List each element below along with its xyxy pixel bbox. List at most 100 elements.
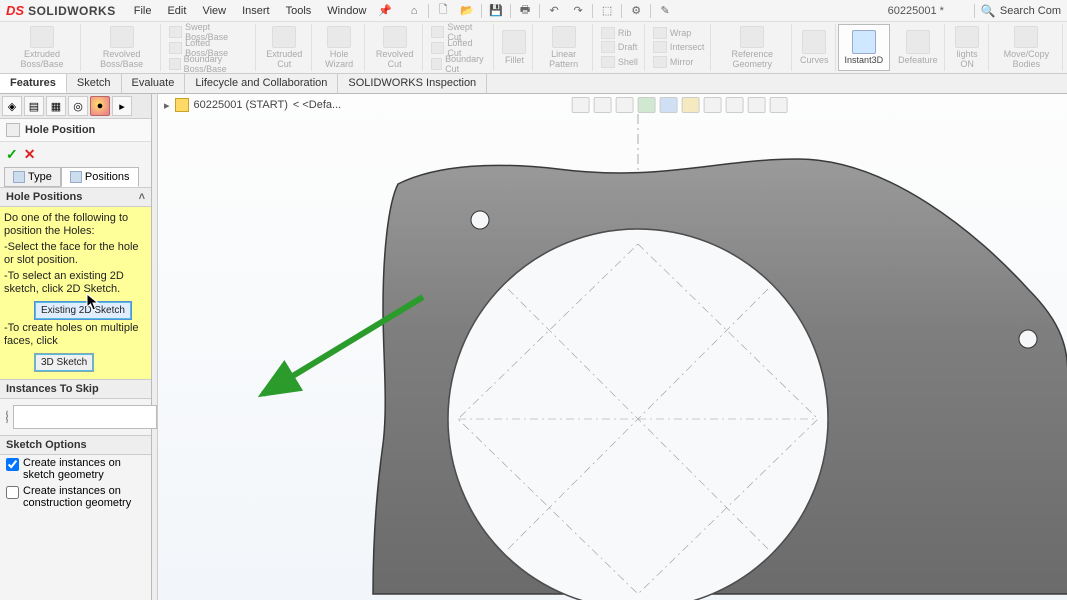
panel-tab-config[interactable]: ▦ — [46, 96, 66, 116]
panel-tab-expand[interactable]: ▸ — [112, 96, 132, 116]
hud-zoom-fit-icon[interactable] — [571, 97, 589, 113]
ribbon-wrap[interactable]: Wrap — [653, 26, 691, 40]
ribbon-move-copy[interactable]: Move/Copy Bodies — [991, 24, 1063, 71]
qat-rebuild-icon[interactable]: ⚙ — [626, 2, 646, 20]
tab-evaluate[interactable]: Evaluate — [122, 74, 186, 93]
property-icon: ▤ — [29, 100, 39, 113]
part-rendering — [158, 114, 1067, 600]
section-hole-positions[interactable]: Hole Positions ˄ — [0, 187, 151, 207]
ribbon-mirror[interactable]: Mirror — [653, 55, 694, 69]
ribbon-revolved-boss[interactable]: Revolved Boss/Base — [83, 24, 161, 71]
chk-construction-geometry[interactable] — [6, 486, 19, 499]
breadcrumb-arrow-icon[interactable]: ▸ — [164, 99, 170, 112]
ribbon-revolved-cut[interactable]: Revolved Cut — [367, 24, 422, 71]
ribbon-hole-wizard[interactable]: Hole Wizard — [314, 24, 366, 71]
ribbon-boundary-cut[interactable]: Boundary Cut — [431, 56, 488, 72]
ribbon: Extruded Boss/Base Revolved Boss/Base Sw… — [0, 22, 1067, 74]
breadcrumb-suffix: < <Defa... — [293, 99, 341, 111]
chk-sketch-geometry-row: Create instances on sketch geometry — [0, 455, 151, 483]
panel-tabs: ◈ ▤ ▦ ◎ ● ▸ — [0, 94, 151, 119]
qat-print-icon[interactable]: 🖶 — [515, 2, 535, 20]
tab-lifecycle[interactable]: Lifecycle and Collaboration — [185, 74, 338, 93]
qat-options-icon[interactable]: ✎ — [655, 2, 675, 20]
ribbon-linear-pattern[interactable]: Linear Pattern — [535, 24, 592, 71]
app-logo: DS SOLIDWORKS — [6, 3, 116, 18]
cancel-button[interactable]: ✕ — [24, 146, 36, 163]
search-box[interactable]: 🔍 Search Com — [974, 4, 1061, 18]
ok-cancel-bar: ✓ ✕ — [0, 142, 151, 167]
hud-display-style-icon[interactable] — [681, 97, 699, 113]
ribbon-shell[interactable]: Shell — [601, 55, 638, 69]
panel-tab-property[interactable]: ▤ — [24, 96, 44, 116]
subtab-type[interactable]: Type — [4, 167, 61, 187]
breadcrumb-doc[interactable]: 60225001 (START) — [194, 99, 288, 111]
target-icon: ◎ — [73, 100, 83, 113]
tree-icon: ◈ — [8, 100, 16, 113]
instances-icon — [6, 410, 8, 424]
panel-tab-dimxpert[interactable]: ◎ — [68, 96, 88, 116]
ribbon-lights-on[interactable]: lights ON — [947, 24, 989, 71]
menu-view[interactable]: View — [194, 2, 234, 20]
ribbon-curves[interactable]: Curves — [794, 24, 836, 71]
ok-button[interactable]: ✓ — [6, 146, 18, 163]
subtab-positions[interactable]: Positions — [61, 167, 139, 187]
qat-save-icon[interactable]: 💾 — [486, 2, 506, 20]
command-manager-tabs: Features Sketch Evaluate Lifecycle and C… — [0, 74, 1067, 94]
extrude-icon — [30, 26, 54, 48]
qat-open-icon[interactable]: 📂 — [457, 2, 477, 20]
ribbon-boundary-boss[interactable]: Boundary Boss/Base — [169, 56, 248, 72]
menu-insert[interactable]: Insert — [234, 2, 278, 20]
hud-edit-appearance-icon[interactable] — [725, 97, 743, 113]
3d-sketch-button[interactable]: 3D Sketch — [34, 353, 94, 372]
ribbon-defeature[interactable]: Defeature — [892, 24, 945, 71]
help-opt3: -To create holes on multiple faces, clic… — [4, 322, 147, 348]
ribbon-draft[interactable]: Draft — [601, 40, 638, 54]
tab-features[interactable]: Features — [0, 74, 67, 93]
type-icon — [13, 171, 25, 183]
collapse-icon: ˄ — [139, 191, 145, 203]
panel-tab-feature-tree[interactable]: ◈ — [2, 96, 22, 116]
chk-construction-geometry-row: Create instances on construction geometr… — [0, 483, 151, 511]
ribbon-rib[interactable]: Rib — [601, 26, 632, 40]
hud-view-settings-icon[interactable] — [769, 97, 787, 113]
hud-hide-show-icon[interactable] — [703, 97, 721, 113]
qat-new-icon[interactable]: 🗋 — [433, 2, 453, 20]
ribbon-feat-extras2: Wrap Intersect Mirror — [647, 24, 712, 71]
pin-icon[interactable]: 📌 — [378, 4, 392, 17]
menu-edit[interactable]: Edit — [159, 2, 194, 20]
pm-subtabs: Type Positions — [0, 167, 151, 187]
qat-redo-icon[interactable]: ↷ — [568, 2, 588, 20]
hud-section-view-icon[interactable] — [637, 97, 655, 113]
ribbon-instant3d[interactable]: Instant3D — [838, 24, 891, 71]
qat-select-icon[interactable]: ⬚ — [597, 2, 617, 20]
hud-apply-scene-icon[interactable] — [747, 97, 765, 113]
qat-undo-icon[interactable]: ↶ — [544, 2, 564, 20]
breadcrumb: ▸ 60225001 (START) < <Defa... — [164, 98, 341, 112]
chk-construction-geometry-label: Create instances on construction geometr… — [23, 485, 145, 509]
instances-to-skip-input[interactable] — [13, 405, 157, 429]
hud-zoom-area-icon[interactable] — [593, 97, 611, 113]
graphics-viewport[interactable]: ▸ 60225001 (START) < <Defa... — [158, 94, 1067, 600]
hud-prev-view-icon[interactable] — [615, 97, 633, 113]
menu-bar: DS SOLIDWORKS File Edit View Insert Tool… — [0, 0, 1067, 22]
menu-window[interactable]: Window — [319, 2, 374, 20]
tab-inspection[interactable]: SOLIDWORKS Inspection — [338, 74, 487, 93]
logo-ds-icon: DS — [6, 3, 24, 18]
qat-home-icon[interactable]: ⌂ — [404, 2, 424, 20]
section-instances-to-skip[interactable]: Instances To Skip — [0, 379, 151, 399]
config-icon: ▦ — [51, 100, 61, 113]
tab-sketch[interactable]: Sketch — [67, 74, 122, 93]
ribbon-extruded-boss[interactable]: Extruded Boss/Base — [4, 24, 81, 71]
logo-text: SOLIDWORKS — [28, 4, 116, 18]
ribbon-fillet[interactable]: Fillet — [496, 24, 533, 71]
menu-file[interactable]: File — [126, 2, 160, 20]
existing-2d-sketch-button[interactable]: Existing 2D Sketch — [34, 301, 132, 320]
ribbon-intersect[interactable]: Intersect — [653, 40, 705, 54]
section-sketch-options[interactable]: Sketch Options — [0, 435, 151, 455]
menu-tools[interactable]: Tools — [278, 2, 320, 20]
panel-tab-appearances[interactable]: ● — [90, 96, 110, 116]
ribbon-ref-geometry[interactable]: Reference Geometry — [713, 24, 792, 71]
hud-view-orient-icon[interactable] — [659, 97, 677, 113]
chk-sketch-geometry[interactable] — [6, 458, 19, 471]
ribbon-extruded-cut[interactable]: Extruded Cut — [258, 24, 312, 71]
